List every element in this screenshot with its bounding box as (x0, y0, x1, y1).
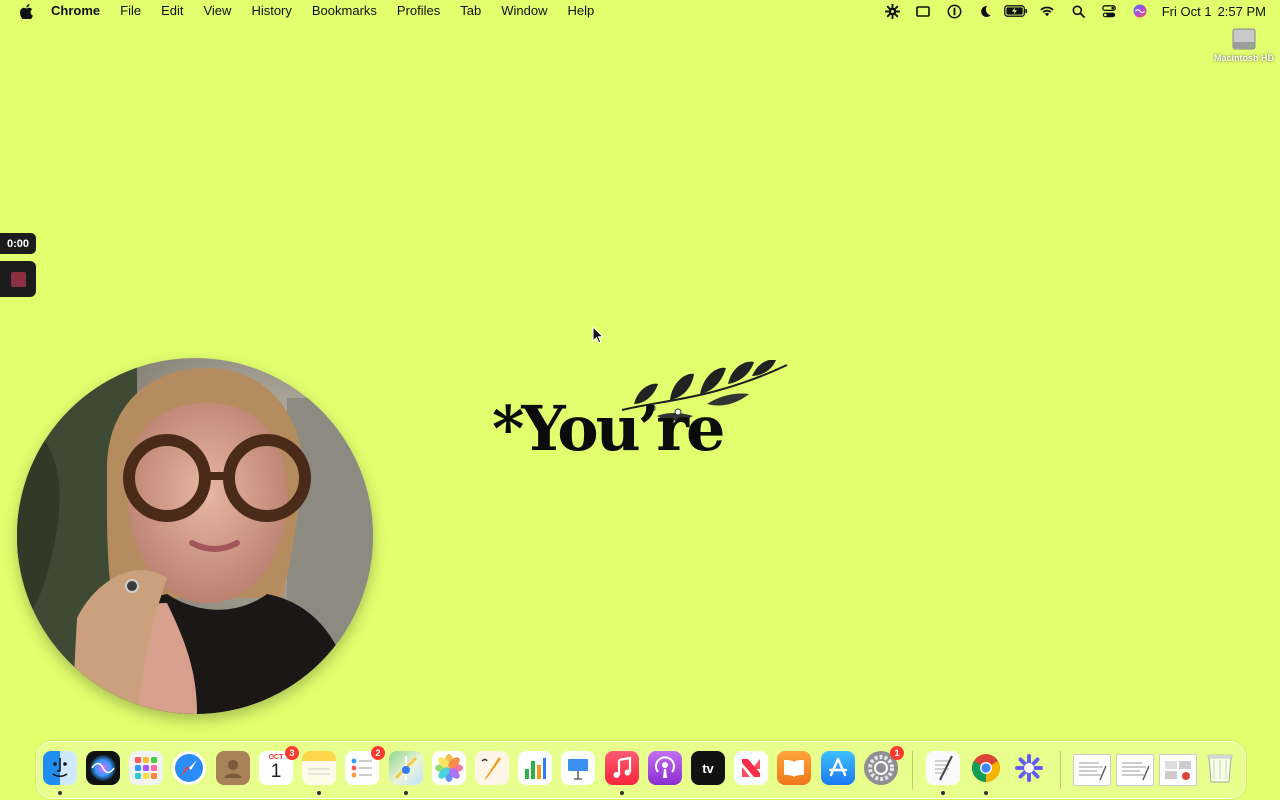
document-thumbnail-icon (1165, 761, 1191, 780)
document-thumbnail-icon (1079, 762, 1107, 781)
stop-icon (10, 271, 26, 287)
dock-textedit[interactable] (926, 751, 960, 785)
dock-music[interactable] (605, 751, 639, 785)
siri-icon[interactable] (1125, 0, 1156, 22)
menu-edit[interactable]: Edit (151, 0, 193, 22)
menu-profiles[interactable]: Profiles (387, 0, 450, 22)
running-indicator (620, 791, 624, 795)
reminders-badge: 2 (371, 746, 385, 760)
menu-bar: Chrome File Edit View History Bookmarks … (0, 0, 1280, 22)
menu-app-name[interactable]: Chrome (51, 0, 110, 22)
menu-help[interactable]: Help (558, 0, 605, 22)
safari-icon (175, 754, 203, 782)
focus-moon-icon[interactable] (970, 0, 1001, 22)
maps-icon (394, 756, 418, 780)
clock-time: 2:57 PM (1217, 3, 1266, 19)
battery-icon[interactable] (1001, 0, 1032, 22)
dock-finder[interactable] (43, 751, 77, 785)
dock-recent-document-3[interactable] (1159, 754, 1197, 786)
launchpad-icon (135, 757, 157, 779)
dock-system-preferences[interactable]: 1 (864, 746, 904, 785)
running-indicator (984, 791, 988, 795)
chrome-icon (972, 754, 1000, 782)
dock-chrome[interactable] (969, 751, 1003, 785)
notes-icon (308, 768, 330, 775)
dock-maps[interactable] (389, 751, 423, 785)
screen-mirror-icon[interactable] (908, 0, 939, 22)
dock-photos[interactable] (432, 751, 466, 785)
recording-timer: 0:00 (0, 233, 36, 254)
apple-menu-icon[interactable] (18, 3, 34, 19)
dock-trash[interactable] (1203, 751, 1237, 785)
dock-podcasts[interactable] (648, 751, 682, 785)
siri-icon (90, 755, 116, 781)
dock-app-store[interactable] (821, 751, 855, 785)
menu-file[interactable]: File (110, 0, 151, 22)
desktop-disk-macintosh-hd[interactable]: Macintosh HD (1210, 28, 1278, 63)
dock-pages[interactable] (475, 751, 509, 785)
settings-gear-icon[interactable] (877, 0, 908, 22)
textedit-icon (935, 755, 953, 781)
pages-icon (481, 757, 501, 780)
app-store-icon (828, 757, 848, 777)
dock-siri[interactable] (86, 751, 120, 785)
dock-safari[interactable] (172, 751, 206, 785)
running-indicator (941, 791, 945, 795)
webcam-person-image (17, 358, 373, 714)
webcam-bubble[interactable] (17, 358, 373, 714)
books-icon (784, 760, 804, 777)
spotlight-search-icon[interactable] (1063, 0, 1094, 22)
running-indicator (404, 791, 408, 795)
menu-window[interactable]: Window (491, 0, 557, 22)
dock-books[interactable] (777, 751, 811, 785)
photos-icon (435, 754, 463, 782)
dock-keynote[interactable] (561, 751, 595, 785)
calendar-badge: 3 (285, 746, 299, 760)
dock: OCT 1 3 2 tv 1 (36, 741, 1246, 799)
disk-label: Macintosh HD (1213, 53, 1274, 63)
dock-launchpad[interactable] (129, 751, 163, 785)
hard-drive-icon (1232, 28, 1256, 50)
password-manager-icon[interactable] (939, 0, 970, 22)
dock-reminders[interactable]: 2 (345, 746, 385, 785)
dock-loom[interactable] (1012, 751, 1046, 785)
control-center-icon[interactable] (1094, 0, 1125, 22)
dock-separator (1060, 751, 1061, 789)
stop-recording-button[interactable] (0, 261, 36, 297)
slide-headline: *You’re (492, 392, 725, 465)
loom-icon (1015, 754, 1043, 782)
menu-tab[interactable]: Tab (450, 0, 491, 22)
music-icon (613, 756, 632, 778)
mouse-cursor-icon (592, 326, 604, 344)
contacts-icon (224, 760, 242, 778)
running-indicator (317, 791, 321, 795)
keynote-icon (568, 759, 588, 780)
dock-recent-document-2[interactable] (1116, 754, 1154, 786)
clock-date: Fri Oct 1 (1161, 3, 1212, 19)
dock-notes[interactable] (302, 751, 336, 785)
reminders-icon (351, 758, 372, 778)
running-indicator (58, 791, 62, 795)
apple-tv-label: tv (702, 760, 714, 776)
dock-contacts[interactable] (216, 751, 250, 785)
dock-separator (912, 751, 913, 789)
document-thumbnail-icon (1122, 762, 1150, 781)
podcasts-icon (655, 756, 675, 778)
menu-view[interactable]: View (193, 0, 241, 22)
news-icon (742, 759, 760, 777)
dock-apple-tv[interactable]: tv (691, 751, 725, 785)
menu-bookmarks[interactable]: Bookmarks (302, 0, 387, 22)
wifi-icon[interactable] (1032, 0, 1063, 22)
dock-calendar[interactable]: OCT 1 3 (259, 746, 299, 785)
finder-icon (52, 758, 68, 778)
menu-history[interactable]: History (241, 0, 301, 22)
dock-numbers[interactable] (518, 751, 552, 785)
menubar-clock[interactable]: Fri Oct 1 2:57 PM (1162, 4, 1266, 19)
dock-recent-document-1[interactable] (1073, 754, 1111, 786)
trash-icon (1207, 754, 1233, 783)
dock-news[interactable] (734, 751, 768, 785)
calendar-day: 1 (270, 761, 282, 782)
numbers-icon (525, 758, 546, 779)
system-preferences-badge: 1 (890, 746, 904, 760)
